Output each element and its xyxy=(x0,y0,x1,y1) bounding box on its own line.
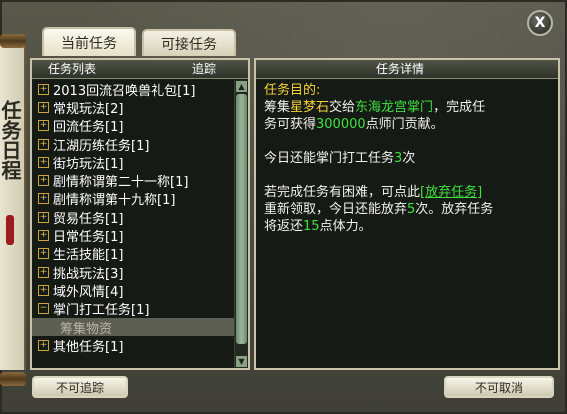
list-item[interactable]: + 常规玩法[2] xyxy=(32,98,234,117)
list-item[interactable]: − 掌门打工任务[1] xyxy=(32,300,234,318)
expand-icon[interactable]: + xyxy=(38,230,49,242)
untrack-button[interactable]: 不可追踪 xyxy=(32,376,128,398)
scroll-down-icon[interactable]: ▼ xyxy=(236,356,247,367)
daily-remaining-line: 今日还能掌门打工任务3次 xyxy=(264,150,542,167)
tab-label: 当前任务 xyxy=(61,35,117,52)
expand-icon[interactable]: + xyxy=(38,138,49,150)
task-list-panel: 任务列表 追踪 +2013回流召唤兽礼包[1] + 常规玩法[2] + 回流任务[1… xyxy=(30,58,250,370)
text: 重新领取，今日还能放弃 xyxy=(264,202,408,217)
text: 若完成任务有困难，可点此 xyxy=(264,185,421,200)
tab-available-tasks[interactable]: 可接任务 xyxy=(142,29,236,56)
text: 点体力。 xyxy=(319,219,372,234)
objective-label: 任务目的: xyxy=(264,83,321,98)
expand-icon[interactable]: + xyxy=(38,284,49,296)
expand-icon[interactable]: + xyxy=(38,266,49,278)
expand-icon[interactable]: + xyxy=(38,248,49,260)
list-item[interactable]: + 生活技能[1] xyxy=(32,245,234,263)
task-detail-panel: 任务详情 任务目的: 筹集星梦石交给东海龙宫掌门，完成任 务可获得300000点… xyxy=(254,58,560,370)
task-detail-title: 任务详情 xyxy=(376,62,425,76)
stamina-amount: 15 xyxy=(303,219,320,234)
list-item[interactable]: + 江湖历练任务[1] xyxy=(32,135,234,154)
close-icon: X xyxy=(534,15,546,31)
text: ，完成任 xyxy=(433,100,486,115)
abandon-line-3: 将返还15点体力。 xyxy=(264,218,542,235)
task-category-label: 回流任务[1] xyxy=(53,120,124,136)
text: 筹集 xyxy=(264,100,291,115)
task-detail-body: 任务目的: 筹集星梦石交给东海龙宫掌门，完成任 务可获得300000点师门贡献。… xyxy=(264,82,542,235)
tab-current-tasks[interactable]: 当前任务 xyxy=(42,27,136,56)
task-category-label: 常规玩法[2] xyxy=(53,101,124,117)
text: 务可获得 xyxy=(264,117,317,132)
task-category-label: 贸易任务[1] xyxy=(53,211,124,227)
expand-icon[interactable]: + xyxy=(38,211,49,223)
objective-line-2: 务可获得300000点师门贡献。 xyxy=(264,116,542,133)
text: 次 xyxy=(402,151,416,166)
text: 点师门贡献。 xyxy=(365,117,444,132)
task-category-label: 掌门打工任务[1] xyxy=(53,303,150,319)
collapse-icon[interactable]: − xyxy=(38,303,49,315)
task-category-label: 街坊玩法[1] xyxy=(53,156,124,172)
abandon-line-1: 若完成任务有困难，可点此[放弃任务] xyxy=(264,184,542,201)
scroll-rod-bottom xyxy=(0,372,26,386)
list-item[interactable]: + 贸易任务[1] xyxy=(32,208,234,227)
tab-label: 可接任务 xyxy=(161,36,217,53)
expand-icon[interactable]: + xyxy=(38,83,49,95)
task-category-label: 剧情称谓第十九称[1] xyxy=(53,193,176,209)
text: 次。放弃任务 xyxy=(415,202,494,217)
expand-icon[interactable]: + xyxy=(38,193,49,205)
track-header: 追踪 xyxy=(192,62,217,76)
expand-icon[interactable]: + xyxy=(38,339,49,351)
item-name: 星梦石 xyxy=(290,100,330,115)
task-category-label: 域外风情[4] xyxy=(53,284,124,300)
expand-icon[interactable]: + xyxy=(38,120,49,132)
button-label: 不可取消 xyxy=(474,380,523,395)
list-item[interactable]: + 街坊玩法[1] xyxy=(32,153,234,172)
text: 交给 xyxy=(329,100,356,115)
task-list-scrollbar[interactable]: ▲ ▼ xyxy=(234,80,248,368)
list-item[interactable]: + 其他任务[1] xyxy=(32,336,234,355)
expand-icon[interactable]: + xyxy=(38,156,49,168)
close-button[interactable]: X xyxy=(527,10,553,36)
expand-icon[interactable]: + xyxy=(38,175,49,187)
scroll-banner: 任务日程 xyxy=(0,40,26,370)
task-category-label: 挑战玩法[3] xyxy=(53,266,124,282)
scroll-rod-top xyxy=(0,34,26,48)
text: 将返还 xyxy=(264,219,304,234)
list-item[interactable]: +2013回流召唤兽礼包[1] xyxy=(32,80,234,99)
expand-icon[interactable]: + xyxy=(38,101,49,113)
list-item[interactable]: + 日常任务[1] xyxy=(32,226,234,246)
objective-line-1: 筹集星梦石交给东海龙宫掌门，完成任 xyxy=(264,99,542,116)
task-category-label: 江湖历练任务[1] xyxy=(53,138,150,154)
list-item[interactable]: + 剧情称谓第十九称[1] xyxy=(32,190,234,208)
scroll-thumb[interactable] xyxy=(236,94,247,344)
task-category-label: 日常任务[1] xyxy=(53,230,124,246)
task-detail-header: 任务详情 xyxy=(256,60,558,79)
list-item[interactable]: + 剧情称谓第二十一称[1] xyxy=(32,171,234,191)
task-category-label: 其他任务[1] xyxy=(53,339,124,355)
task-list-header: 任务列表 追踪 xyxy=(32,60,248,79)
button-label: 不可追踪 xyxy=(55,380,104,395)
abandon-task-link[interactable]: [放弃任务] xyxy=(420,185,482,200)
list-item[interactable]: + 域外风情[4] xyxy=(32,281,234,300)
npc-name: 东海龙宫掌门 xyxy=(355,100,434,115)
task-list: +2013回流召唤兽礼包[1] + 常规玩法[2] + 回流任务[1] + 江湖历练任… xyxy=(32,80,234,368)
abandon-line-2: 重新领取，今日还能放弃5次。放弃任务 xyxy=(264,201,542,218)
task-category-label: 生活技能[1] xyxy=(53,248,124,264)
list-item-selected-task[interactable]: 筹集物资 xyxy=(32,317,234,337)
scroll-up-icon[interactable]: ▲ xyxy=(236,81,247,92)
reward-amount: 300000 xyxy=(316,117,366,132)
task-list-title: 任务列表 xyxy=(48,62,97,76)
text: 今日还能掌门打工任务 xyxy=(264,151,395,166)
list-item[interactable]: + 挑战玩法[3] xyxy=(32,263,234,282)
list-item[interactable]: + 回流任务[1] xyxy=(32,117,234,135)
task-label: 筹集物资 xyxy=(60,321,113,337)
tassel-ornament xyxy=(6,215,14,245)
cancel-task-button[interactable]: 不可取消 xyxy=(444,376,554,398)
task-category-label: 剧情称谓第二十一称[1] xyxy=(53,175,189,191)
task-category-label: 2013回流召唤兽礼包[1] xyxy=(53,83,196,99)
scroll-title: 任务日程 xyxy=(0,100,22,180)
